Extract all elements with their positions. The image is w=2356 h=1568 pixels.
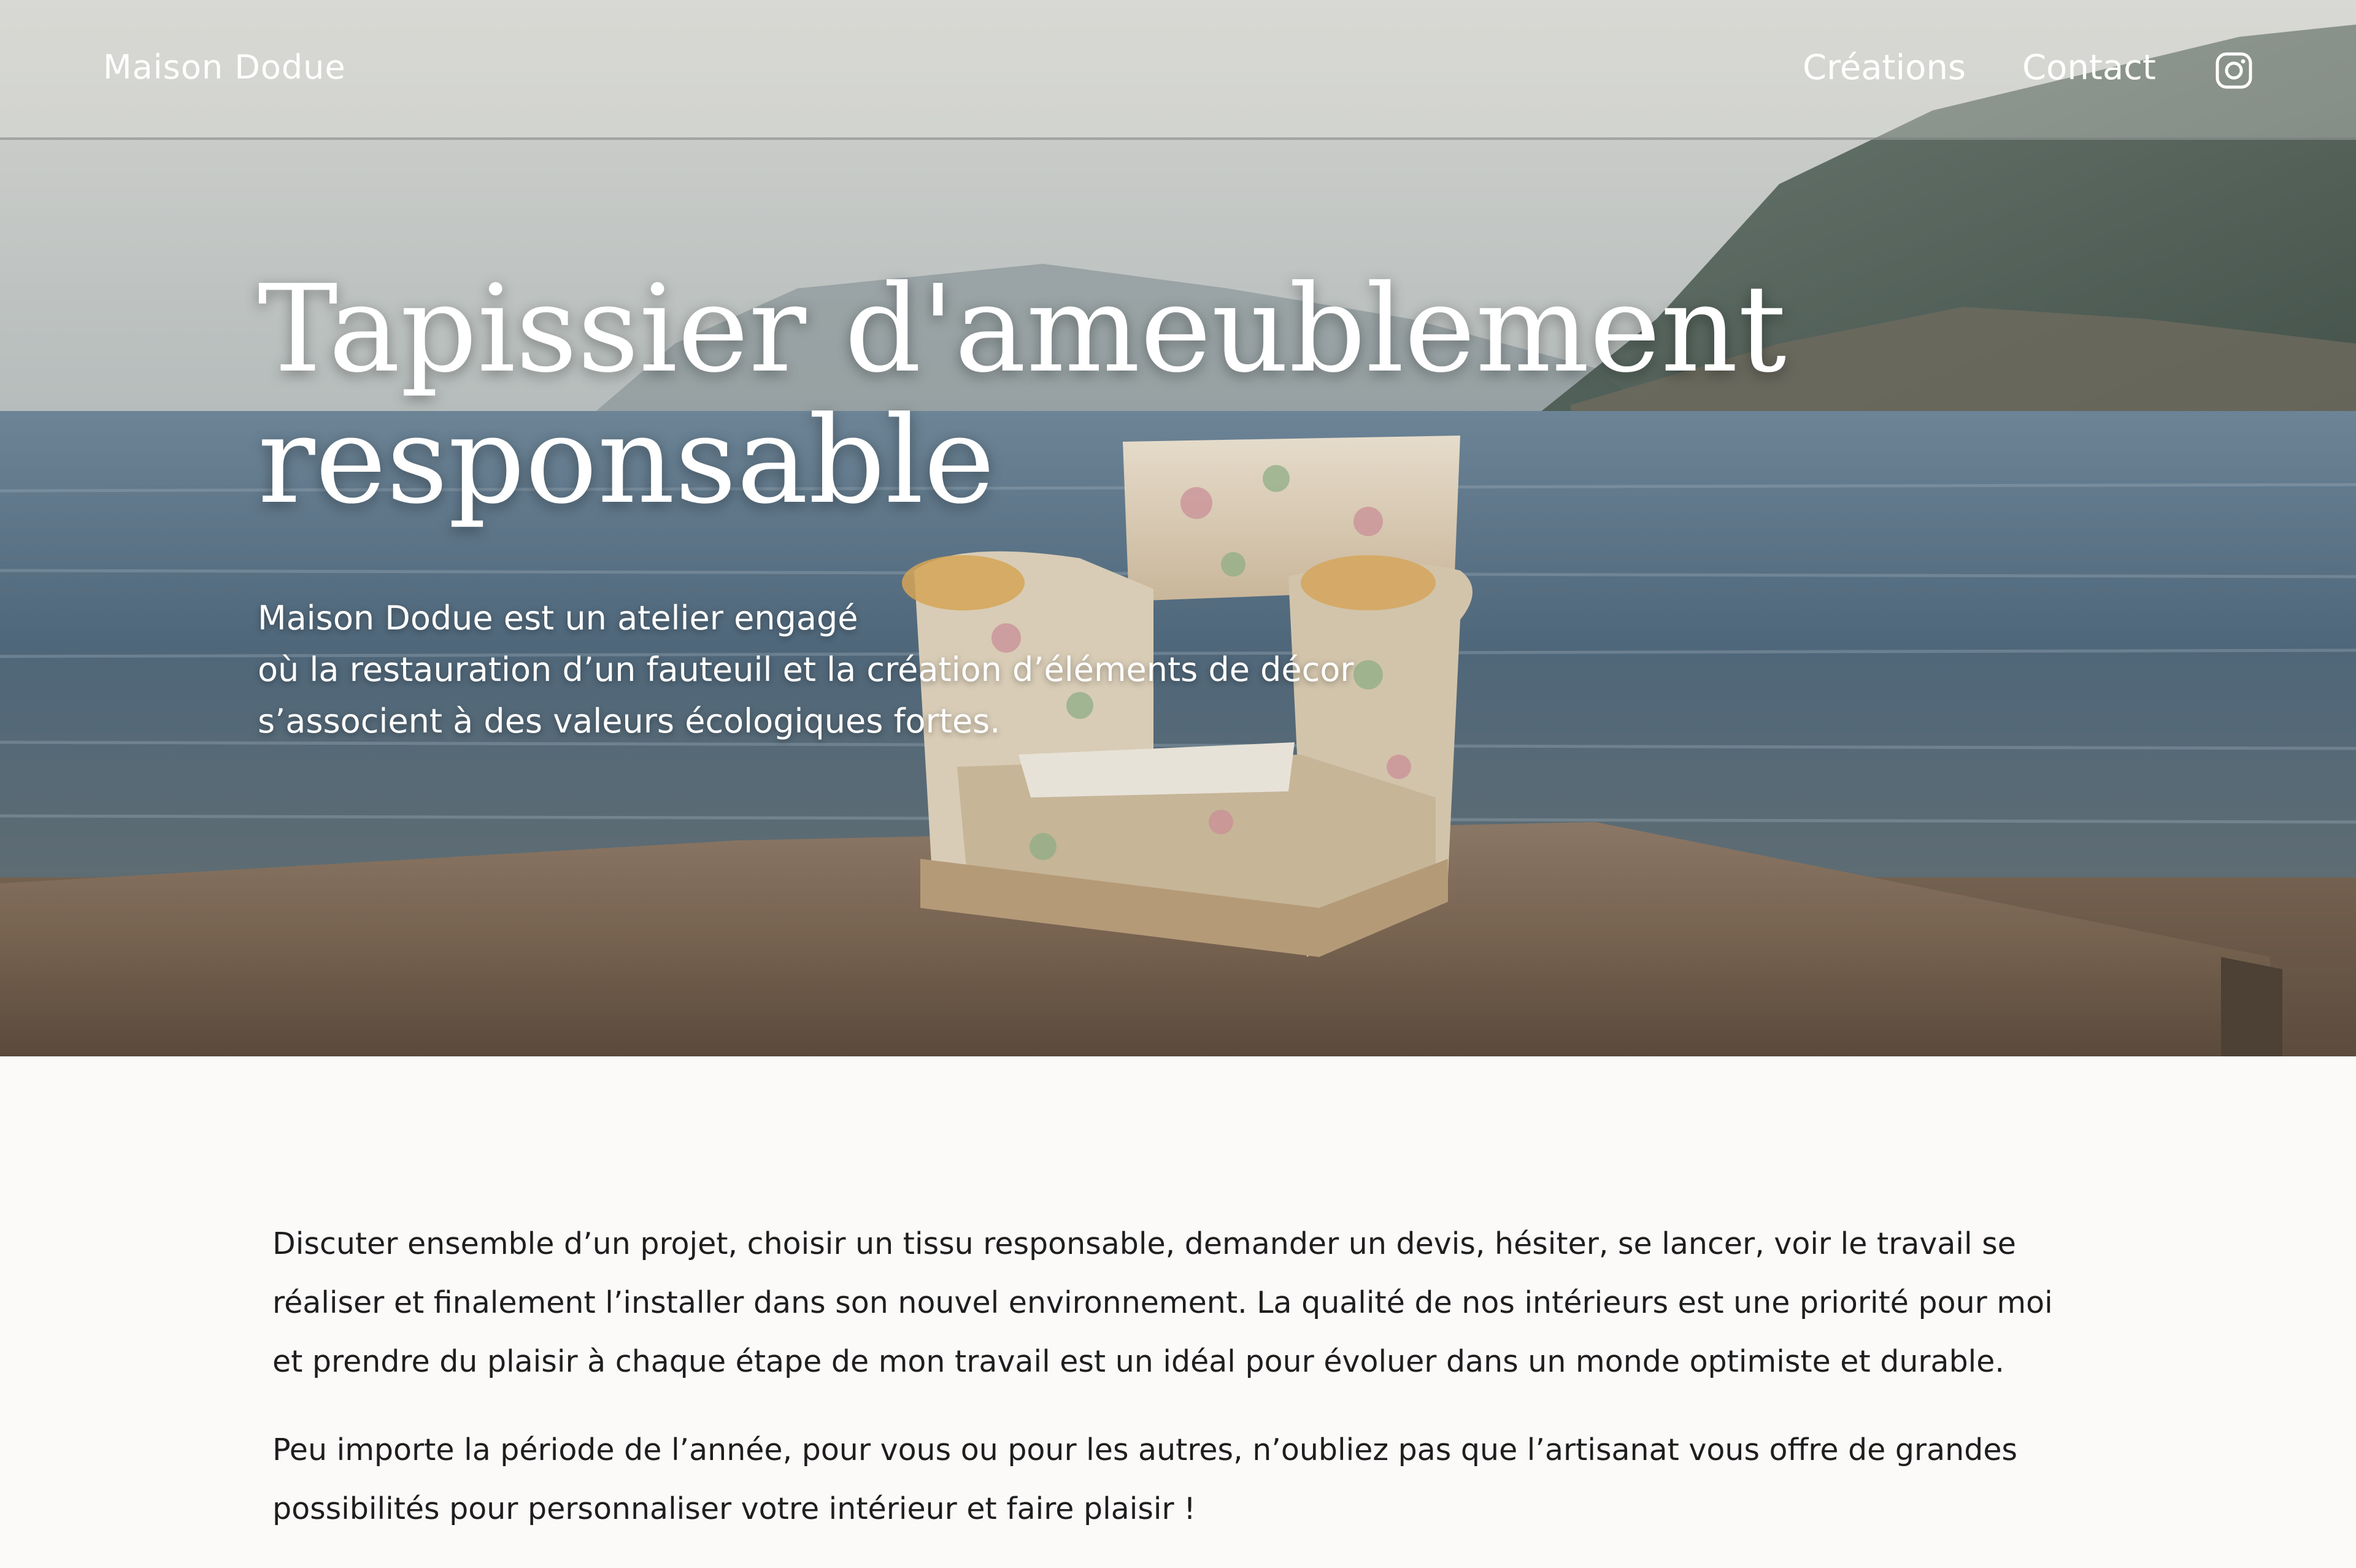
intro-paragraph-2: Peu importe la période de l’année, pour … <box>272 1432 2018 1526</box>
hero-subtitle-line-3: s’associent à des valeurs écologiques fo… <box>258 702 1001 740</box>
hero-subtitle-line-1: Maison Dodue est un atelier engagé <box>258 599 858 637</box>
intro-paragraph-1: Discuter ensemble d’un projet, choisir u… <box>272 1226 2053 1379</box>
hero-title-line-2: responsable <box>258 391 995 531</box>
hero-title: Tapissier d'ameublement responsable <box>258 264 1914 526</box>
brand-logo[interactable]: Maison Dodue <box>103 48 346 86</box>
instagram-icon[interactable] <box>2215 52 2253 90</box>
hero-subtitle: Maison Dodue est un atelier engagé où la… <box>258 593 1423 747</box>
nav-link-contact[interactable]: Contact <box>2022 48 2156 88</box>
site-header: Maison Dodue Créations Contact <box>0 0 2356 140</box>
hero-subtitle-line-2: où la restauration d’un fauteuil et la c… <box>258 650 1354 689</box>
nav-link-creations[interactable]: Créations <box>1803 48 1966 88</box>
intro-text: Discuter ensemble d’un projet, choisir u… <box>272 1215 2088 1568</box>
hero-title-line-1: Tapissier d'ameublement <box>258 259 1787 399</box>
